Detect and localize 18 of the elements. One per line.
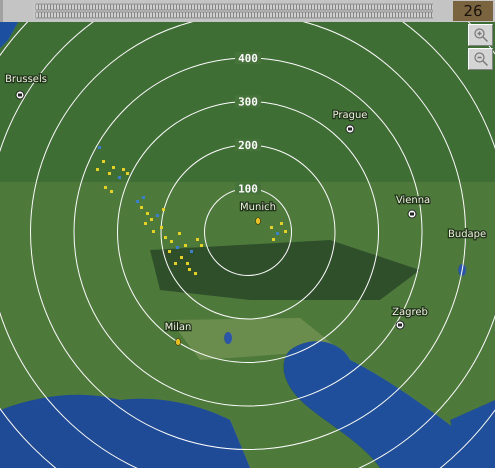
- zoom-out-icon: [472, 51, 488, 67]
- range-label: 200: [238, 139, 258, 152]
- city-dot-icon: [255, 217, 261, 225]
- capital-marker-icon: [346, 124, 354, 134]
- city-label: Munich: [240, 202, 276, 213]
- city-label: Prague: [332, 110, 368, 121]
- frame-counter: 26: [453, 1, 493, 21]
- city-label: Milan: [164, 322, 192, 333]
- range-label: 300: [238, 96, 258, 108]
- zoom-in-button[interactable]: [468, 24, 493, 46]
- range-label: 400: [238, 52, 258, 65]
- city-dot-icon: [175, 338, 181, 346]
- zoom-out-button[interactable]: [468, 48, 493, 70]
- capital-marker-icon: [396, 320, 404, 330]
- zoom-in-icon: [472, 27, 488, 43]
- capital-marker-icon: [408, 210, 416, 218]
- range-label: 100: [238, 182, 258, 196]
- capital-marker-icon: [16, 90, 24, 100]
